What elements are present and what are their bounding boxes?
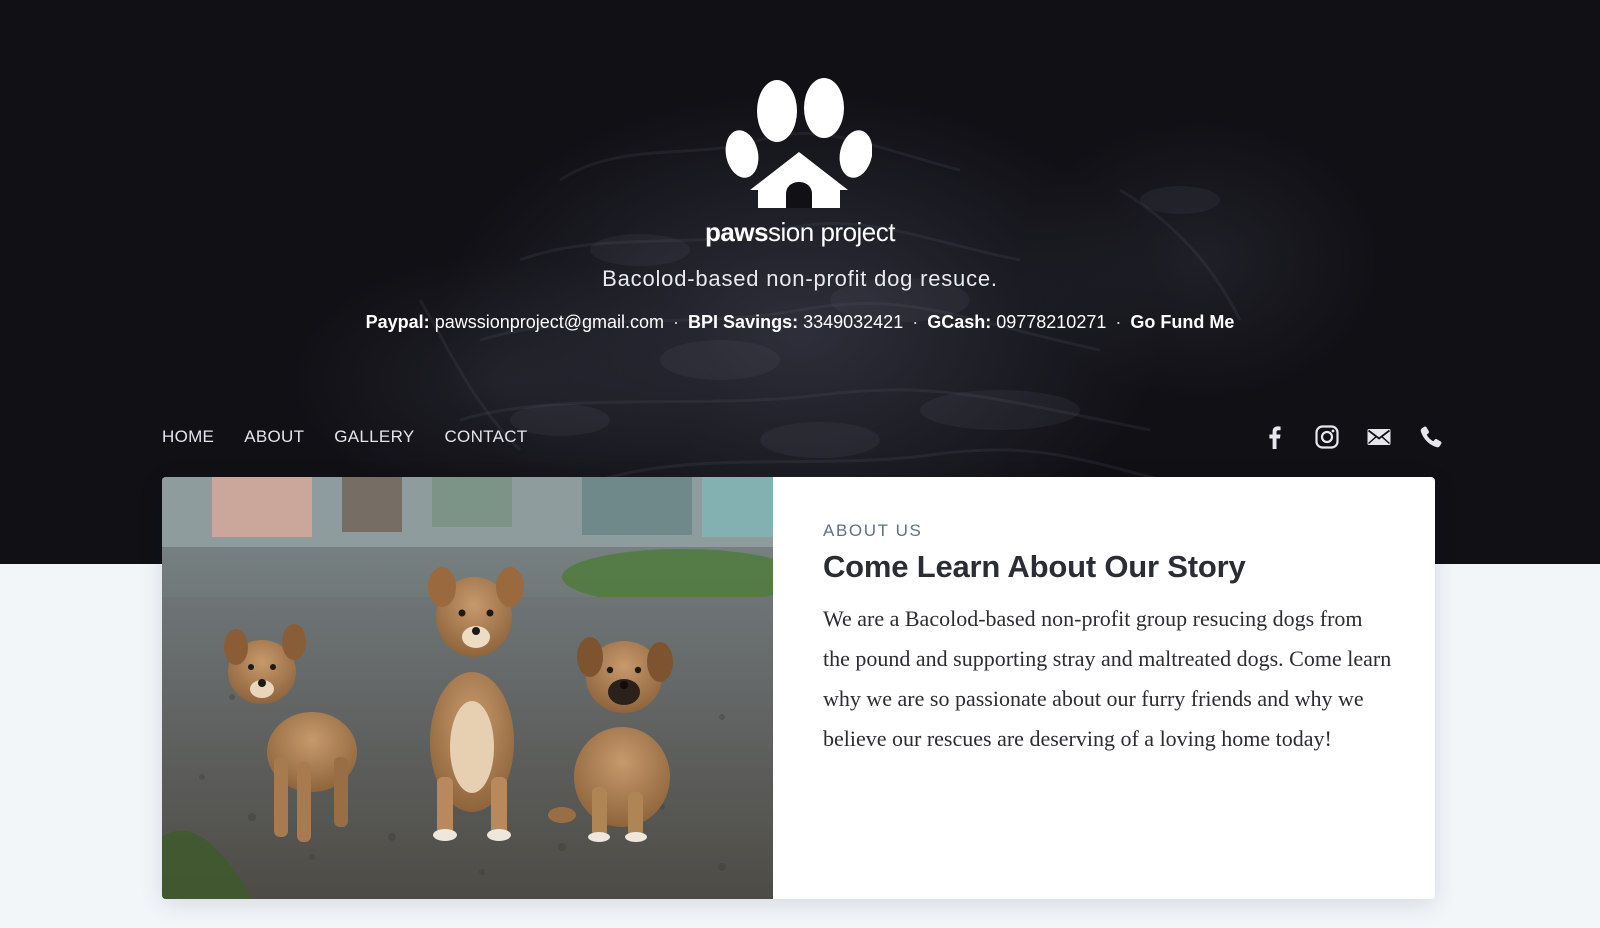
tagline: Bacolod-based non-profit dog resuce. xyxy=(602,266,998,291)
instagram-icon[interactable] xyxy=(1314,424,1340,450)
donation-info: Paypal: pawssionproject@gmail.com · BPI Sa… xyxy=(0,312,1600,333)
paypal-value: pawssionproject@gmail.com xyxy=(434,312,665,332)
go-fund-me-link[interactable]: Go Fund Me xyxy=(1130,312,1234,332)
paypal-label: Paypal: xyxy=(365,312,430,332)
phone-icon[interactable] xyxy=(1418,424,1444,450)
brand-wordmark[interactable]: pawssion project xyxy=(0,217,1600,248)
puppies-photo xyxy=(162,477,773,899)
gcash-value: 09778210271 xyxy=(996,312,1107,332)
separator: · xyxy=(673,312,680,332)
gcash-label: GCash: xyxy=(927,312,992,332)
separator: · xyxy=(1115,312,1122,332)
bpi-label: BPI Savings: xyxy=(688,312,799,332)
nav-item-about[interactable]: ABOUT xyxy=(244,427,304,447)
section-title: Come Learn About Our Story xyxy=(823,549,1246,584)
nav-item-home[interactable]: HOME xyxy=(162,427,214,447)
about-card: ABOUT US Come Learn About Our Story We a… xyxy=(162,477,1435,899)
section-eyebrow: ABOUT US xyxy=(823,521,923,540)
brand-name-rest: sion project xyxy=(768,217,895,247)
bpi-value: 3349032421 xyxy=(803,312,904,332)
main-nav: HOME ABOUT GALLERY CONTACT xyxy=(162,427,527,447)
about-content: ABOUT US Come Learn About Our Story We a… xyxy=(823,521,1393,759)
nav-item-contact[interactable]: CONTACT xyxy=(444,427,527,447)
nav-item-gallery[interactable]: GALLERY xyxy=(334,427,414,447)
brand-name-bold: paws xyxy=(705,217,769,247)
social-links xyxy=(1262,424,1444,450)
facebook-icon[interactable] xyxy=(1262,424,1288,450)
section-body: We are a Bacolod-based non-profit group … xyxy=(823,606,1392,751)
paw-house-logo[interactable] xyxy=(722,78,872,214)
separator: · xyxy=(912,312,919,332)
mail-icon[interactable] xyxy=(1366,424,1392,450)
